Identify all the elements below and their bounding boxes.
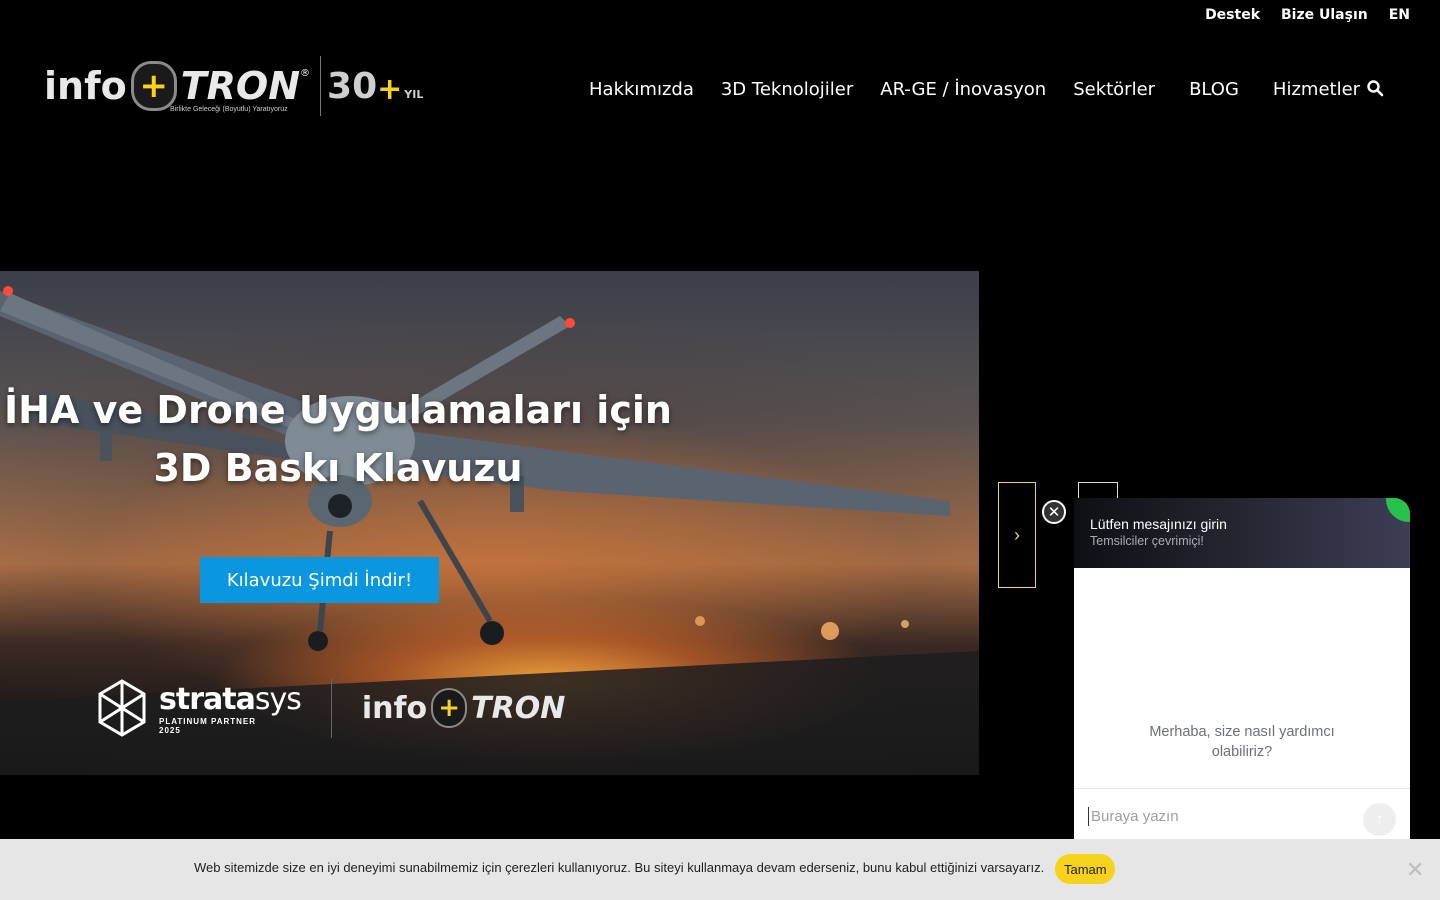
hero-slide: İHA ve Drone Uygulamaları için 3D Baskı … xyxy=(0,271,979,775)
chat-close-button[interactable]: ✕ xyxy=(1042,500,1066,524)
contact-link[interactable]: Bize Ulaşın xyxy=(1281,7,1368,23)
top-utility-bar: Destek Bize Ulaşın EN xyxy=(1205,0,1440,30)
stratasys-bold: strata xyxy=(159,681,256,717)
chat-header-title: Lütfen mesajınızı girin xyxy=(1090,516,1227,532)
anniversary-badge: 30 + YIL xyxy=(327,66,423,107)
infotron-wordmark: info + TRON ® xyxy=(44,61,310,111)
stratasys-star-icon xyxy=(98,679,146,737)
logo-divider xyxy=(320,56,322,116)
partner-divider xyxy=(330,678,332,738)
partner-logos: stratasys PLATINUM PARTNER 2025 info + T… xyxy=(97,678,565,738)
chat-greeting: Merhaba, size nasıl yardımcı olabiliriz? xyxy=(1149,724,1335,760)
chat-send-button[interactable]: ↑ xyxy=(1363,803,1396,836)
stratasys-logo: stratasys PLATINUM PARTNER 2025 xyxy=(97,679,302,737)
nav-item-about[interactable]: Hakkımızda xyxy=(589,79,694,100)
logo-plus-glyph: + xyxy=(139,66,168,106)
search-icon[interactable] xyxy=(1366,79,1384,97)
chat-message-input[interactable] xyxy=(1088,807,1353,826)
plus-icon: + xyxy=(431,688,468,728)
arrow-up-icon: ↑ xyxy=(1375,810,1384,828)
cookie-consent-bar: Web sitemizde size en iyi deneyimi sunab… xyxy=(0,839,1440,900)
hero-title: İHA ve Drone Uygulamaları için 3D Baskı … xyxy=(0,381,676,497)
close-icon: ✕ xyxy=(1047,504,1061,521)
registered-mark: ® xyxy=(300,68,311,79)
infotron-partner-logo: info + TRON xyxy=(361,688,566,728)
logo-tron-text: TRON xyxy=(180,64,301,108)
support-link[interactable]: Destek xyxy=(1205,7,1260,23)
language-switch-link[interactable]: EN xyxy=(1389,7,1410,23)
chat-header-status: Temsilciler çevrimiçi! xyxy=(1090,534,1204,548)
site-logo[interactable]: info + TRON ® Birlikte Geleceği (Boyutlu… xyxy=(44,56,423,116)
slider-next-button[interactable]: › xyxy=(998,482,1036,588)
nav-item-sectors[interactable]: Sektörler xyxy=(1073,79,1155,100)
platinum-partner-year: 2025 xyxy=(159,725,181,735)
chat-header: Lütfen mesajınızı girin Temsilciler çevr… xyxy=(1074,498,1410,568)
main-nav: Hakkımızda 3D Teknolojiler AR-GE / İnova… xyxy=(589,76,1387,102)
partner-logo-plus: + xyxy=(438,693,461,723)
partner-logo-info: info xyxy=(361,690,428,726)
logo-tagline: Birlikte Geleceği (Boyutlu) Yaratıyoruz xyxy=(170,106,288,113)
cookie-accept-button[interactable]: Tamam xyxy=(1055,854,1115,884)
hero-title-line-1: İHA ve Drone Uygulamaları için xyxy=(4,388,672,432)
anniversary-label: YIL xyxy=(404,87,424,101)
logo-info-text: info xyxy=(44,64,127,108)
nav-item-blog[interactable]: BLOG xyxy=(1189,79,1239,100)
anniversary-number: 30 xyxy=(327,65,378,107)
nav-item-rnd-innovation[interactable]: AR-GE / İnovasyon xyxy=(880,79,1046,100)
partner-logo-tron: TRON xyxy=(471,690,566,726)
plus-icon: + xyxy=(130,61,177,111)
chevron-right-icon: › xyxy=(1014,524,1020,545)
nav-item-3d-technologies[interactable]: 3D Teknolojiler xyxy=(721,79,853,100)
stratasys-light: sys xyxy=(254,681,302,717)
cookie-message: Web sitemizde size en iyi deneyimi sunab… xyxy=(194,860,1045,875)
hero-title-line-2: 3D Baskı Klavuzu xyxy=(153,446,523,490)
nav-item-services[interactable]: Hizmetler xyxy=(1273,79,1360,100)
anniversary-plus: + xyxy=(377,71,403,107)
close-icon[interactable]: ✕ xyxy=(1406,857,1424,883)
download-guide-button[interactable]: Kılavuzu Şimdi İndir! xyxy=(200,557,439,603)
platinum-partner-label: PLATINUM PARTNER xyxy=(159,716,257,726)
